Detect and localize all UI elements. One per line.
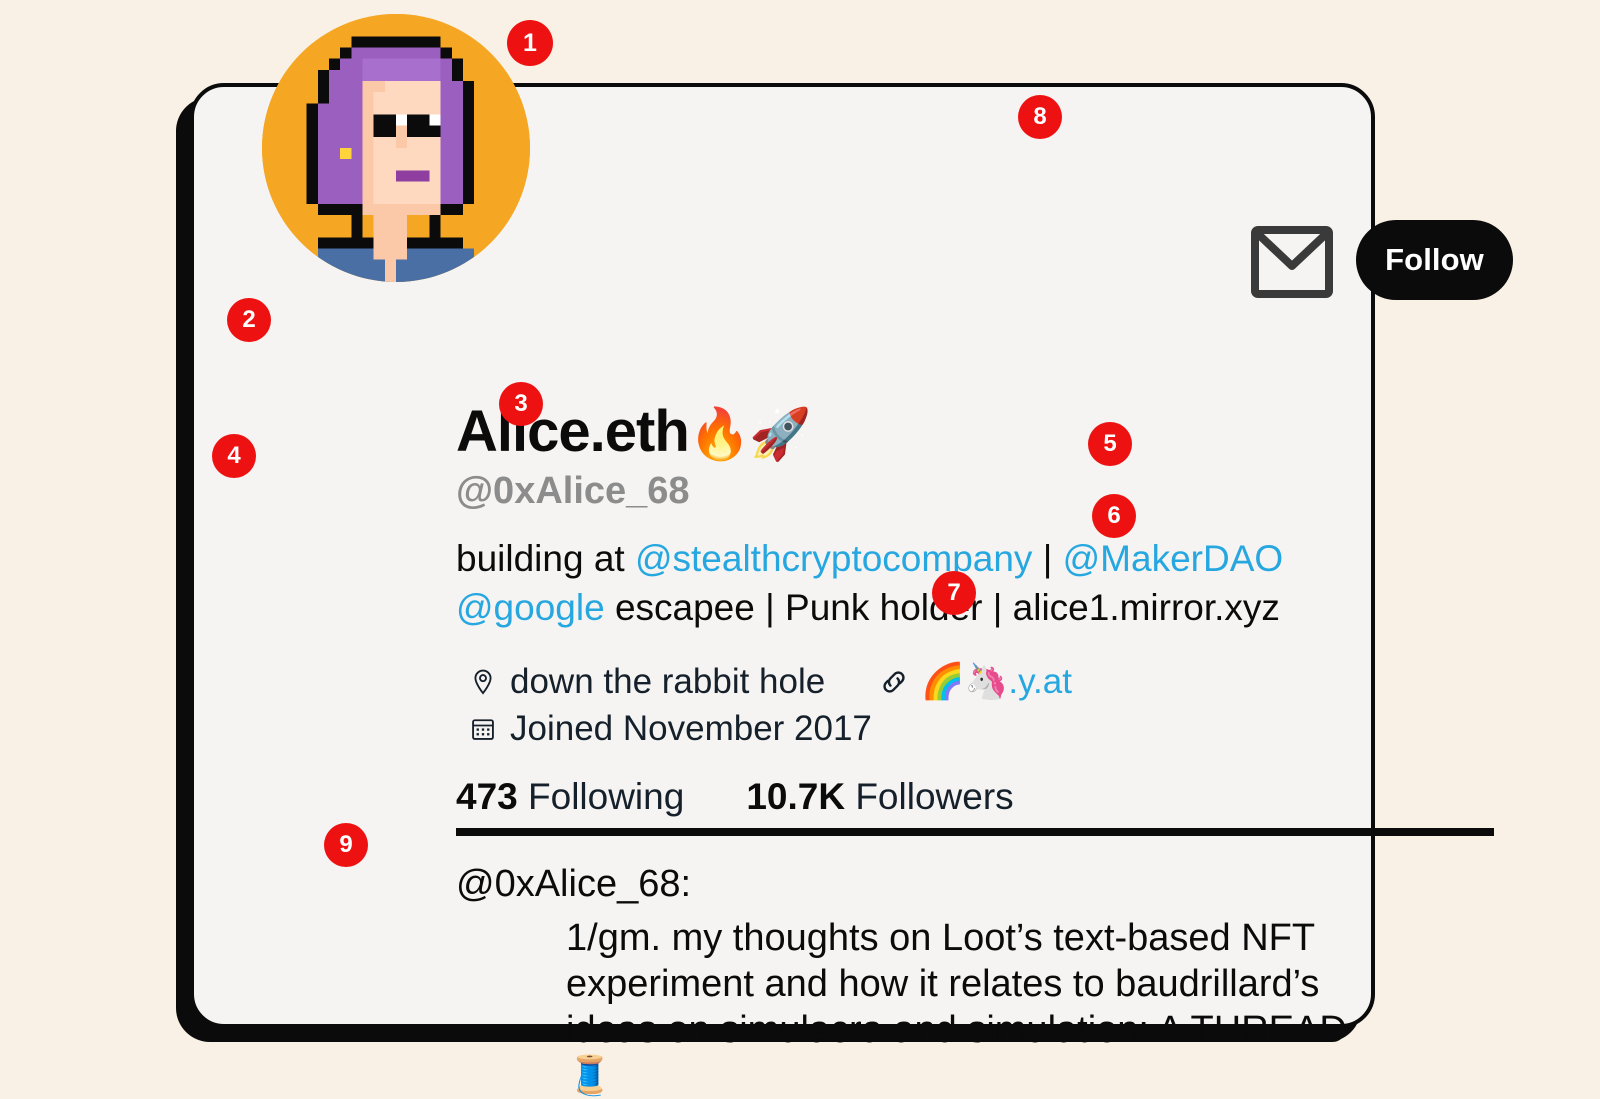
annotation-badge-3: 3 <box>499 382 543 426</box>
website-link[interactable]: 🌈🦄.y.at <box>877 659 1072 704</box>
annotation-badge-8: 8 <box>1018 95 1062 139</box>
website-text[interactable]: 🌈🦄.y.at <box>921 659 1072 704</box>
tweet-author-handle: @0xAlice_68: <box>456 863 692 905</box>
location-text: down the rabbit hole <box>510 662 826 701</box>
following-stat[interactable]: 473 Following <box>456 776 684 817</box>
annotation-badge-4: 4 <box>212 434 256 478</box>
bio-mention-makerdao[interactable]: @MakerDAO <box>1063 538 1284 579</box>
bio-mention-google[interactable]: @google <box>456 587 605 628</box>
annotation-badge-5: 5 <box>1088 422 1132 466</box>
following-label: Following <box>528 776 685 817</box>
link-chain-icon <box>877 665 911 699</box>
message-button[interactable] <box>1251 226 1333 298</box>
calendar-icon <box>468 714 498 744</box>
annotation-badge-2: 2 <box>227 298 271 342</box>
followers-stat[interactable]: 10.7K Followers <box>746 776 1013 817</box>
profile-meta: down the rabbit hole 🌈🦄.y.at Joined Nove… <box>468 659 1072 751</box>
joined-row: Joined November 2017 <box>468 706 1072 751</box>
annotation-badge-6: 6 <box>1092 494 1136 538</box>
bio-mention-stealthcryptocompany[interactable]: @stealthcryptocompany <box>635 538 1032 579</box>
following-count: 473 <box>456 776 518 817</box>
profile-stats: 473 Following 10.7K Followers <box>456 776 1014 818</box>
bio-separator-1: | <box>1032 538 1063 579</box>
location-row: down the rabbit hole 🌈🦄.y.at <box>468 659 1072 704</box>
annotation-badge-7: 7 <box>932 571 976 615</box>
profile-handle: @0xAlice_68 <box>456 470 690 512</box>
avatar[interactable] <box>262 14 530 282</box>
followers-count: 10.7K <box>746 776 846 817</box>
annotation-badge-9: 9 <box>324 823 368 867</box>
section-divider <box>456 828 1494 836</box>
bio-text-1: building at <box>456 538 635 579</box>
joined-text: Joined November 2017 <box>510 709 872 748</box>
display-name-emoji: 🔥🚀 <box>688 406 812 462</box>
display-name-text: Alice.eth <box>456 399 690 464</box>
tweet-text: 1/gm. my thoughts on Loot’s text-based N… <box>566 917 1347 1097</box>
annotation-badge-1: 1 <box>507 20 553 66</box>
location-pin-icon <box>468 667 498 697</box>
envelope-icon <box>1251 226 1333 298</box>
cryptopunk-pixel-art <box>262 14 530 282</box>
follow-button[interactable]: Follow <box>1356 220 1513 300</box>
profile-bio: building at @stealthcryptocompany | @Mak… <box>456 534 1356 632</box>
followers-label: Followers <box>855 776 1014 817</box>
